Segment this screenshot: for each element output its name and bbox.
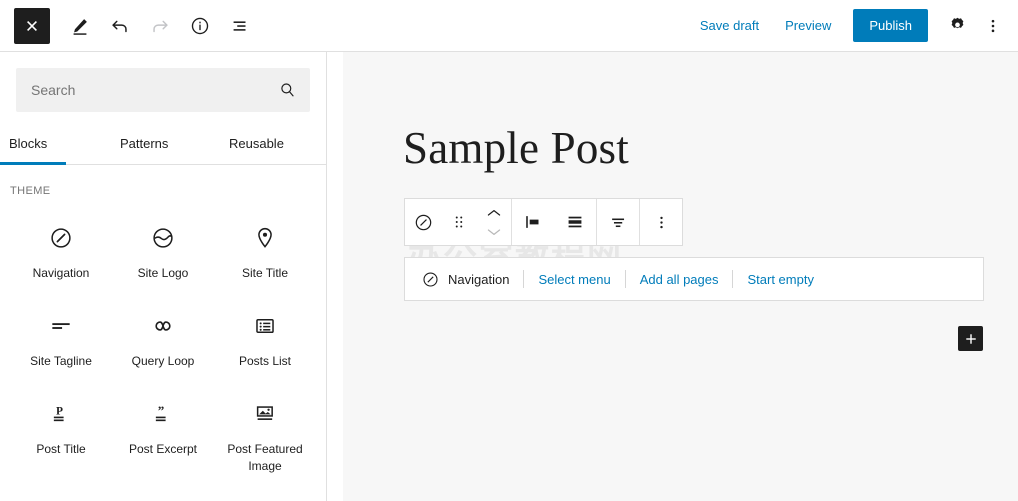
post-excerpt-quote-icon: ” <box>150 397 176 431</box>
toolbar-group-block <box>405 199 512 245</box>
text-align-icon <box>607 211 629 233</box>
block-item-posts-list[interactable]: Posts List <box>214 295 316 379</box>
featured-image-icon <box>252 397 278 431</box>
block-item-site-title[interactable]: Site Title <box>214 207 316 291</box>
add-all-pages-button[interactable]: Add all pages <box>626 272 733 287</box>
search-input[interactable] <box>17 69 309 111</box>
settings-button[interactable] <box>940 9 974 43</box>
infinity-loop-icon <box>150 309 176 343</box>
close-x-icon <box>24 18 40 34</box>
svg-text:”: ” <box>158 403 165 418</box>
tab-blocks[interactable]: Blocks <box>0 122 106 164</box>
editor-canvas: Sample Post 办公室教程网 <box>343 52 1018 501</box>
publish-button[interactable]: Publish <box>853 9 928 42</box>
start-empty-button[interactable]: Start empty <box>733 272 827 287</box>
svg-text:P: P <box>56 406 63 418</box>
post-title[interactable]: Sample Post <box>403 122 629 174</box>
align-left-button[interactable] <box>512 199 554 245</box>
search-box[interactable] <box>16 68 310 112</box>
toolbar-group-options <box>640 199 682 245</box>
edit-mode-button[interactable] <box>62 8 98 44</box>
block-label: Posts List <box>239 353 291 369</box>
category-heading-theme: THEME <box>0 165 326 201</box>
preview-button[interactable]: Preview <box>773 10 843 41</box>
plus-icon <box>964 332 978 346</box>
block-label: Post Excerpt <box>129 441 197 457</box>
undo-arrow-icon <box>109 15 131 37</box>
block-item-navigation[interactable]: Navigation <box>10 207 112 291</box>
navigation-compass-icon <box>413 212 434 233</box>
select-menu-button[interactable]: Select menu <box>524 272 624 287</box>
block-editor-app: Save draft Preview Publish <box>0 0 1018 501</box>
vertical-ellipsis-icon <box>652 213 671 232</box>
justify-items-icon <box>564 211 586 233</box>
save-draft-button[interactable]: Save draft <box>688 10 771 41</box>
block-item-site-logo[interactable]: Site Logo <box>112 207 214 291</box>
navigation-compass-icon <box>421 270 440 289</box>
chevron-down-icon <box>486 227 502 237</box>
search-section <box>0 52 326 122</box>
justify-items-button[interactable] <box>554 199 596 245</box>
block-label: Post Featured Image <box>218 441 312 473</box>
more-options-button[interactable] <box>976 9 1010 43</box>
list-view-button[interactable] <box>222 8 258 44</box>
move-up-button[interactable] <box>479 204 509 221</box>
posts-list-icon <box>252 309 278 343</box>
toolbar-group-text-align <box>597 199 640 245</box>
block-inserter-sidebar: Blocks Patterns Reusable THEME Navigatio… <box>0 52 327 501</box>
inserter-tabs: Blocks Patterns Reusable <box>0 122 326 165</box>
block-label: Site Tagline <box>30 353 92 369</box>
redo-arrow-icon <box>149 15 171 37</box>
tab-patterns[interactable]: Patterns <box>106 122 217 164</box>
block-label: Post Title <box>36 441 85 457</box>
tagline-lines-icon <box>48 309 74 343</box>
tab-reusable[interactable]: Reusable <box>217 122 326 164</box>
navigation-compass-icon <box>48 221 74 255</box>
block-item-site-tagline[interactable]: Site Tagline <box>10 295 112 379</box>
block-label: Site Title <box>242 265 288 281</box>
block-toolbar <box>404 198 683 246</box>
drag-handle-dots-icon <box>450 213 468 231</box>
details-info-button[interactable] <box>182 8 218 44</box>
block-item-post-featured-image[interactable]: Post Featured Image <box>214 383 316 483</box>
site-logo-icon <box>150 221 176 255</box>
gear-icon <box>947 15 968 36</box>
block-label: Site Logo <box>138 265 189 281</box>
block-type-switcher-button[interactable] <box>405 199 441 245</box>
search-magnifier-icon <box>278 81 297 100</box>
vertical-ellipsis-icon <box>983 16 1003 36</box>
header-right-actions: Save draft Preview Publish <box>688 9 1018 43</box>
header-left-tools <box>0 8 258 44</box>
undo-button[interactable] <box>102 8 138 44</box>
map-pin-icon <box>252 221 278 255</box>
chevron-up-icon <box>486 208 502 218</box>
block-type-grid: Navigation Site Logo S <box>0 201 326 484</box>
post-title-p-icon: P <box>48 397 74 431</box>
block-label: Navigation <box>33 265 90 281</box>
close-editor-button[interactable] <box>14 8 50 44</box>
block-mover <box>477 204 511 240</box>
align-left-icon <box>522 211 544 233</box>
navigation-block-label: Navigation <box>448 272 509 287</box>
editor-header: Save draft Preview Publish <box>0 0 1018 52</box>
block-options-button[interactable] <box>640 199 682 245</box>
block-item-post-title[interactable]: P Post Title <box>10 383 112 483</box>
block-item-post-excerpt[interactable]: ” Post Excerpt <box>112 383 214 483</box>
drag-handle-button[interactable] <box>441 199 477 245</box>
redo-button[interactable] <box>142 8 178 44</box>
block-label: Query Loop <box>132 353 195 369</box>
pencil-edit-icon <box>69 15 91 37</box>
list-view-icon <box>229 15 251 37</box>
block-item-query-loop[interactable]: Query Loop <box>112 295 214 379</box>
info-circle-icon <box>189 15 211 37</box>
move-down-button[interactable] <box>479 223 509 240</box>
add-block-button[interactable] <box>958 326 983 351</box>
toolbar-group-alignment <box>512 199 597 245</box>
text-align-button[interactable] <box>597 199 639 245</box>
navigation-block-placeholder[interactable]: Navigation Select menu Add all pages Sta… <box>404 257 984 301</box>
